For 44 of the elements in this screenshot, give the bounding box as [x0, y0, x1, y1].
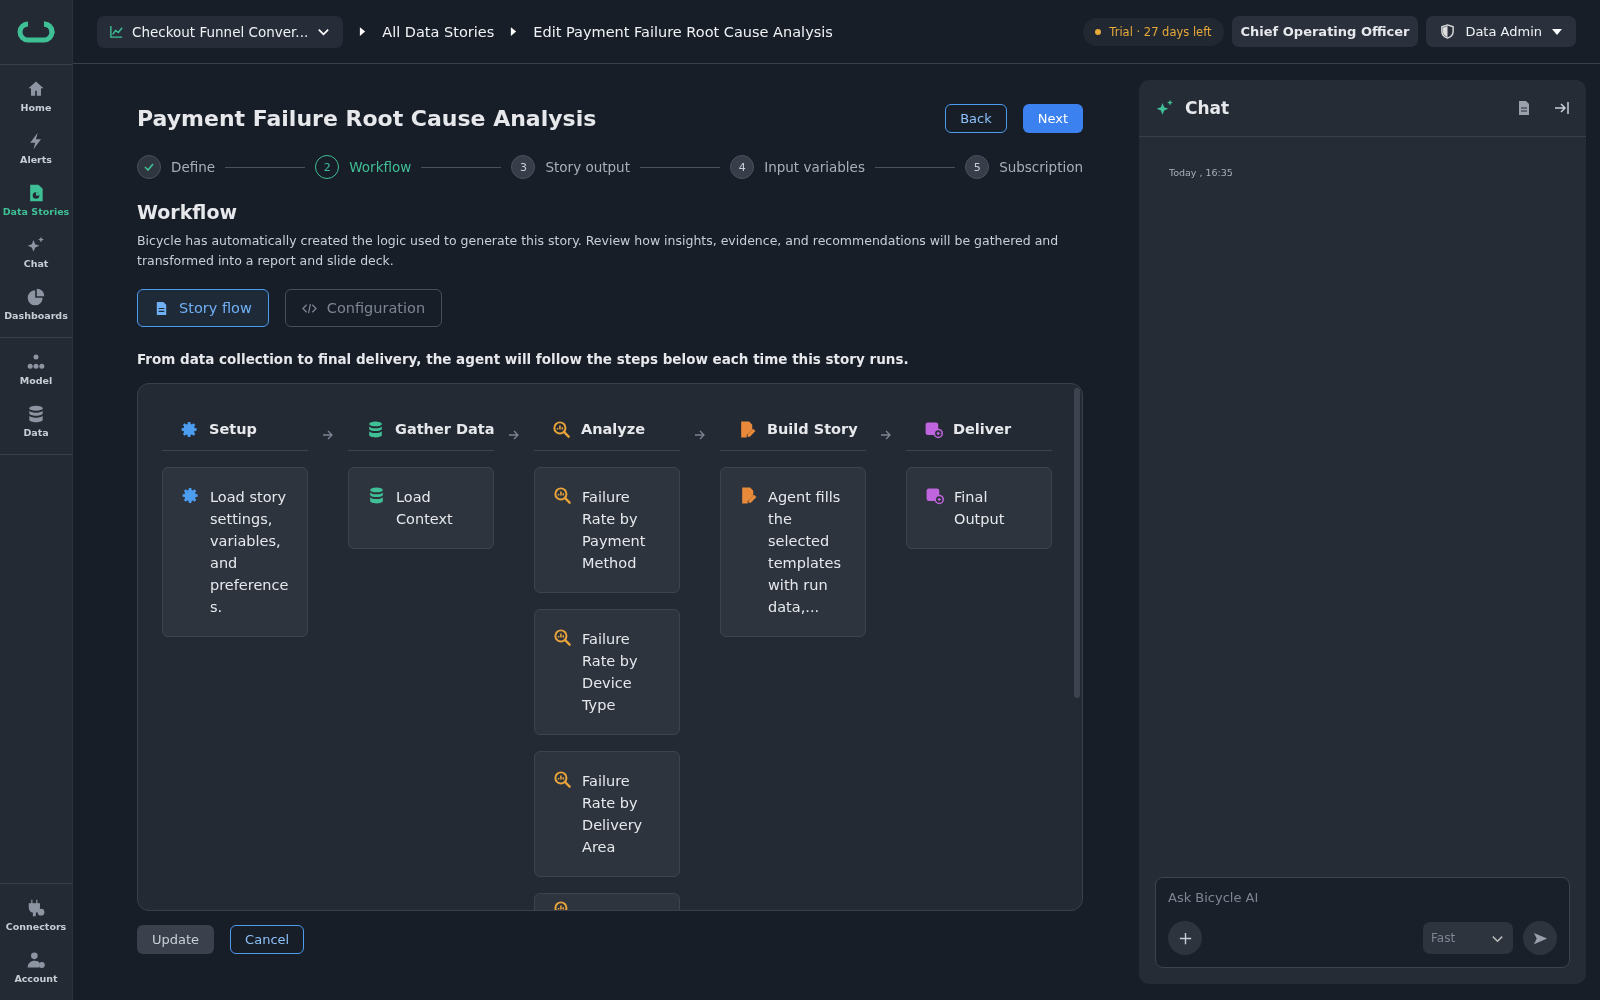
view-tab[interactable]: Configuration: [284, 289, 443, 327]
step-card[interactable]: Load Context: [348, 467, 494, 549]
stepper-step[interactable]: 5 Subscription: [965, 155, 1083, 179]
view-tab[interactable]: Story flow: [137, 289, 269, 327]
breadcrumb[interactable]: Edit Payment Failure Root Cause Analysis: [533, 23, 833, 40]
step-card[interactable]: Load story settings, variables, and preferences.: [162, 467, 308, 637]
stage-header: Build Story: [720, 408, 866, 451]
section-title: Workflow: [137, 201, 239, 223]
stage-header: Gather Data: [348, 408, 494, 451]
nav-item[interactable]: Account: [0, 942, 72, 994]
message-timestamp: Today , 16:35: [1169, 167, 1233, 178]
step-card[interactable]: Agent fills the selected templates with run data,...: [720, 467, 866, 637]
stage-header: Analyze: [534, 408, 680, 451]
stage-header: Deliver: [906, 408, 1052, 451]
back-button[interactable]: Back: [945, 104, 1007, 133]
dataset-dropdown[interactable]: Checkout Funnel Conver...: [97, 15, 344, 48]
next-button[interactable]: Next: [1022, 104, 1083, 133]
step-card[interactable]: Failure Rate by Payment Method: [534, 467, 680, 593]
chat-title: Chat: [1185, 98, 1230, 118]
user-menu[interactable]: Data Admin: [1426, 16, 1576, 47]
cancel-button[interactable]: Cancel: [230, 925, 305, 954]
step-card[interactable]: Failure Rate by Device Type: [534, 609, 680, 735]
stepper-step[interactable]: 2 Workflow: [315, 155, 412, 179]
nav-item[interactable]: Home: [0, 71, 72, 123]
nav-item[interactable]: Data Stories: [0, 175, 72, 227]
stepper-step[interactable]: 4 Input variables: [730, 155, 865, 179]
stage-header: Setup: [162, 408, 308, 451]
section-description: Bicycle has automatically created the logic used to generate this story. Review how insights, evidence, and recommendations will be gathered and transformed into a report and slide deck.: [137, 232, 1060, 270]
nav-item[interactable]: Chat: [0, 227, 72, 279]
breadcrumb[interactable]: All Data Stories: [382, 23, 495, 40]
stepper-step[interactable]: Define: [137, 155, 216, 179]
update-button[interactable]: Update: [137, 925, 215, 954]
nav-item[interactable]: Connectors: [0, 890, 72, 942]
step-card[interactable]: Failure Rate by Delivery Area: [534, 751, 680, 877]
page-title: Payment Failure Root Cause Analysis: [137, 106, 597, 131]
flow-intro: From data collection to final delivery, the agent will follow the steps below each time this story runs.: [137, 351, 910, 367]
stepper-step[interactable]: 3 Story output: [511, 155, 630, 179]
nav-item[interactable]: Dashboards: [0, 279, 72, 331]
role-label: Chief Operating Officer: [1231, 16, 1419, 47]
nav-item[interactable]: Data: [0, 396, 72, 448]
step-card[interactable]: Final Output: [906, 467, 1052, 549]
nav-item[interactable]: Model: [0, 344, 72, 396]
trial-badge: Trial · 27 days left: [1083, 17, 1224, 46]
nav-item[interactable]: Alerts: [0, 123, 72, 175]
